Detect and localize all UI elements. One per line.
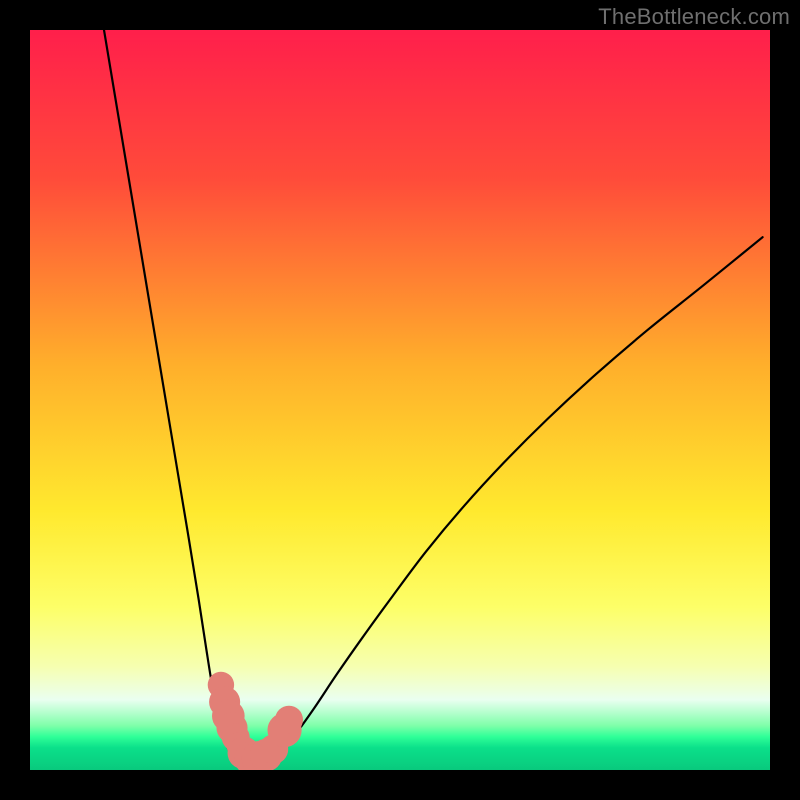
chart-frame: TheBottleneck.com	[0, 0, 800, 800]
gradient-background	[30, 30, 770, 770]
plot-area	[30, 30, 770, 770]
highlight-marker	[275, 706, 303, 734]
watermark-text: TheBottleneck.com	[598, 4, 790, 30]
bottleneck-curve-chart	[30, 30, 770, 770]
